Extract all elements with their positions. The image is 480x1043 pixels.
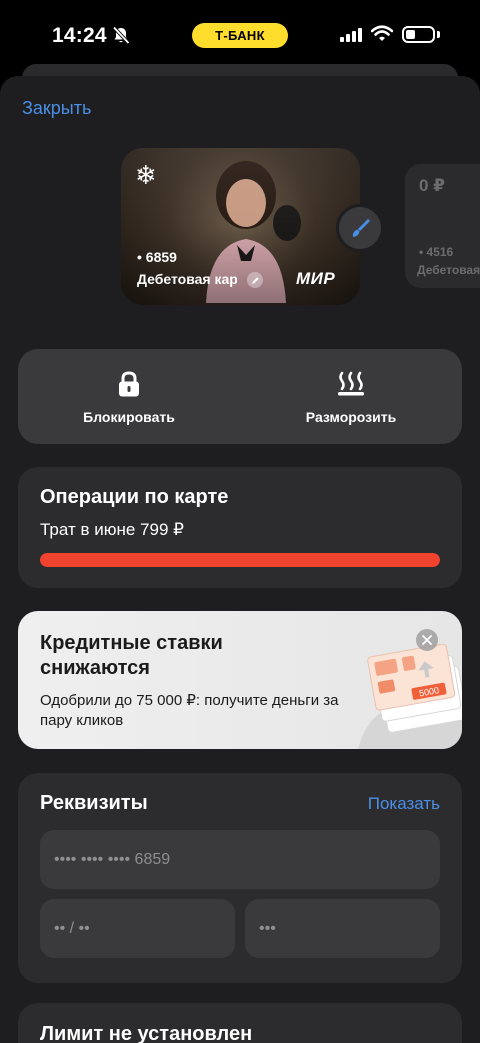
close-button[interactable]: Закрыть <box>22 98 91 119</box>
spending-bar-fill <box>40 553 440 567</box>
limit-section[interactable]: Лимит не установлен <box>18 1003 462 1043</box>
unfreeze-label: Разморозить <box>305 409 397 425</box>
operations-spending: Трат в июне 799 ₽ <box>40 520 184 539</box>
block-label: Блокировать <box>83 409 175 425</box>
operations-title: Операции по карте <box>40 486 229 508</box>
next-card[interactable]: 0 ₽ • 4516 Дебетовая <box>405 164 480 288</box>
status-bar: 14:24 Т-БАНК <box>0 0 480 72</box>
next-card-name: Дебетовая <box>417 263 480 277</box>
bank-pill: Т-БАНК <box>192 23 288 48</box>
next-card-number: • 4516 <box>419 245 454 259</box>
mir-logo: МИР <box>296 269 336 288</box>
card-number-field[interactable]: •••• •••• •••• 6859 <box>40 830 440 889</box>
promo-close-button[interactable] <box>416 629 438 651</box>
requisites-section: Реквизиты Показать •••• •••• •••• 6859 •… <box>18 773 462 983</box>
card-number: • 6859 <box>137 249 177 265</box>
lock-icon <box>119 371 139 397</box>
card-name: Дебетовая карта <box>137 271 237 287</box>
block-button[interactable]: Блокировать <box>18 349 240 444</box>
promo-title: Кредитные ставки снижаются <box>40 632 223 679</box>
limit-title: Лимит не установлен <box>40 1023 253 1043</box>
cvv-field[interactable]: ••• <box>245 899 440 958</box>
brush-icon <box>352 219 370 237</box>
wifi-icon <box>370 25 394 47</box>
battery-level <box>406 30 415 39</box>
status-time: 14:24 <box>52 24 107 47</box>
spending-bar <box>40 553 440 567</box>
battery-tip <box>437 31 440 38</box>
promo-text: Одобрили до 75 000 ₽: получите деньги за… <box>40 692 339 729</box>
expiry-field[interactable]: •• / •• <box>40 899 235 958</box>
snowflake-icon: ❄ <box>135 160 157 190</box>
unfreeze-button[interactable]: Разморозить <box>240 349 462 444</box>
credit-promo-banner[interactable]: Кредитные ставки снижаются Одобрили до 7… <box>18 611 462 749</box>
battery-icon <box>402 26 435 43</box>
show-requisites-button[interactable]: Показать <box>368 794 440 814</box>
signal-icon <box>340 28 362 47</box>
card-operations[interactable]: Операции по карте Трат в июне 799 ₽ <box>18 467 462 588</box>
pencil-icon[interactable] <box>247 272 263 288</box>
debit-card[interactable]: ❄ • 6859 Дебетовая карта МИР <box>121 148 360 305</box>
bell-slash-icon <box>112 26 130 50</box>
money-stack-icon: 5000 <box>358 643 462 749</box>
requisites-title: Реквизиты <box>40 792 148 814</box>
card-actions: Блокировать Разморозить <box>18 349 462 444</box>
next-card-balance: 0 ₽ <box>419 176 446 195</box>
close-icon <box>422 635 432 645</box>
card-design-button[interactable] <box>336 204 384 252</box>
heat-icon <box>338 371 364 396</box>
